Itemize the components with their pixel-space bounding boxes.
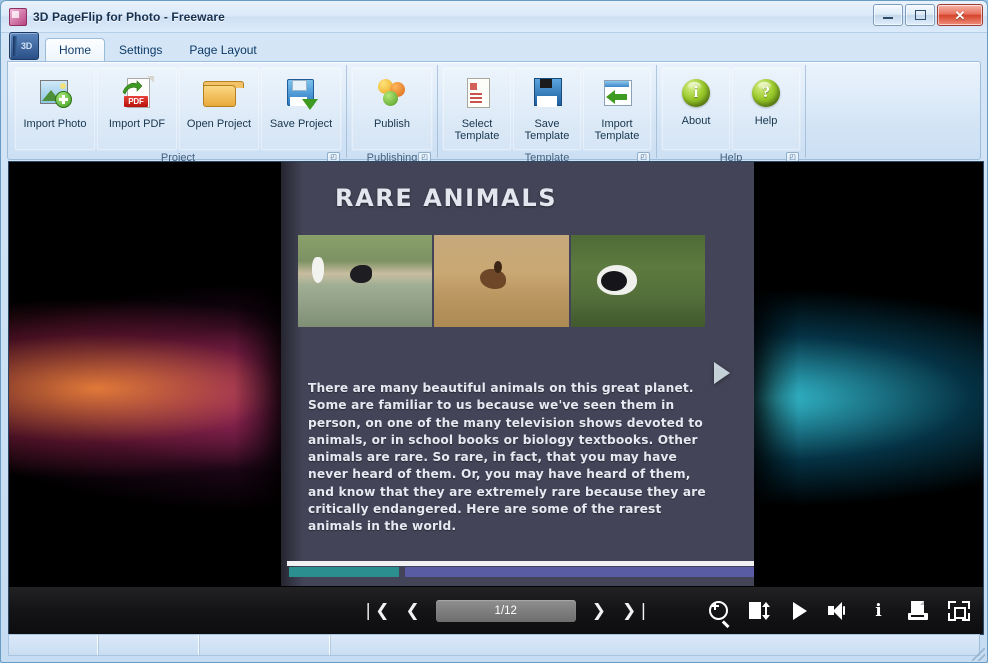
help-button[interactable]: ? Help: [731, 67, 801, 151]
about-info-orb-icon: i: [682, 79, 710, 107]
publish-label: Publish: [372, 118, 412, 130]
player-tool-group: i: [708, 600, 970, 622]
open-project-label: Open Project: [185, 118, 253, 130]
title-bar: 3D PageFlip for Photo - Freeware ✕: [1, 1, 987, 33]
about-button[interactable]: i About: [661, 67, 731, 151]
window-title: 3D PageFlip for Photo - Freeware: [33, 10, 225, 24]
maximize-icon: [915, 10, 926, 20]
page-navigation-group: ❘❮ ❮ 1/12 ❯ ❯❘: [361, 600, 651, 622]
book-page[interactable]: RARE ANIMALS There are many beautiful an…: [281, 162, 754, 587]
select-template-label: Select Template: [453, 118, 502, 142]
page-footer-bars: [281, 561, 754, 577]
save-template-icon: [530, 76, 564, 110]
application-window: 3D PageFlip for Photo - Freeware ✕ 3D Ho…: [0, 0, 988, 663]
close-button[interactable]: ✕: [937, 4, 983, 26]
giant-panda-photo: [571, 235, 705, 327]
save-project-button[interactable]: Save Project: [260, 67, 342, 151]
publish-flower-icon: [375, 76, 409, 110]
help-label: Help: [753, 115, 780, 127]
status-cell-4: [330, 635, 979, 655]
ribbon-group-project: Import Photo PDF Import PDF: [10, 65, 347, 158]
minimize-icon: [883, 17, 893, 19]
status-cell-3: [199, 635, 330, 655]
first-page-button[interactable]: ❘❮: [361, 601, 390, 621]
open-folder-icon: [202, 76, 236, 110]
app-button-label: 3D: [21, 41, 32, 51]
question-glyph: ?: [762, 84, 770, 102]
fit-page-tool-button[interactable]: [748, 600, 770, 622]
tab-home[interactable]: Home: [45, 38, 105, 61]
page-shadow-left: [234, 162, 284, 634]
last-page-button[interactable]: ❯❘: [622, 601, 651, 621]
save-disk-icon: [284, 76, 318, 110]
ribbon-tab-row: 3D Home Settings Page Layout: [1, 33, 987, 61]
fullscreen-tool-button[interactable]: [948, 600, 970, 622]
zoom-in-tool-button[interactable]: [708, 600, 730, 622]
ribbon-group-publishing: Publish Publishing ◰: [347, 65, 438, 158]
save-template-button[interactable]: Save Template: [512, 67, 582, 151]
play-icon: [793, 602, 807, 620]
app-logo-icon: [9, 8, 27, 26]
import-pdf-button[interactable]: PDF Import PDF: [96, 67, 178, 151]
print-tool-button[interactable]: [908, 600, 930, 622]
zoom-in-icon: [709, 601, 728, 620]
next-page-button[interactable]: ❯: [592, 601, 606, 621]
tab-page-layout[interactable]: Page Layout: [176, 40, 269, 61]
next-page-flip-arrow-icon[interactable]: [714, 362, 730, 384]
window-controls: ✕: [873, 4, 983, 26]
about-label: About: [680, 115, 713, 127]
save-template-label: Save Template: [523, 118, 572, 142]
ribbon: Import Photo PDF Import PDF: [7, 61, 981, 160]
import-photo-icon: [38, 76, 72, 110]
app-menu-button[interactable]: 3D: [9, 32, 39, 60]
tab-settings[interactable]: Settings: [106, 40, 175, 61]
sound-tool-button[interactable]: [828, 600, 850, 622]
close-icon: ✕: [955, 9, 966, 22]
import-template-label: Import Template: [593, 118, 642, 142]
page-shadow-right: [749, 162, 799, 634]
import-template-button[interactable]: Import Template: [582, 67, 652, 151]
fit-page-icon: [749, 602, 761, 619]
book-viewer[interactable]: RARE ANIMALS There are many beautiful an…: [8, 161, 984, 635]
green-arrow-icon: [122, 80, 142, 96]
player-toolbar: ❘❮ ❮ 1/12 ❯ ❯❘: [9, 586, 983, 634]
status-bar: [8, 634, 980, 656]
page-indicator-input[interactable]: 1/12: [436, 600, 576, 622]
import-pdf-label: Import PDF: [107, 118, 167, 130]
prev-page-button[interactable]: ❮: [406, 601, 420, 621]
save-project-label: Save Project: [268, 118, 334, 130]
blackbuck-antelope-photo: [434, 235, 568, 327]
select-template-icon: [460, 76, 494, 110]
status-cell-1: [9, 635, 98, 655]
select-template-button[interactable]: Select Template: [442, 67, 512, 151]
import-template-icon: [600, 76, 634, 110]
ribbon-group-help: i About ? Help Help ◰: [657, 65, 806, 158]
import-photo-button[interactable]: Import Photo: [14, 67, 96, 151]
publish-button[interactable]: Publish: [351, 67, 433, 151]
page-title: RARE ANIMALS: [335, 184, 557, 212]
resize-grip[interactable]: [972, 648, 985, 661]
open-project-button[interactable]: Open Project: [178, 67, 260, 151]
status-cell-2: [98, 635, 199, 655]
help-question-orb-icon: ?: [752, 79, 780, 107]
ribbon-group-template: Select Template Save Template Import Tem…: [438, 65, 657, 158]
page-photo-strip: [298, 235, 705, 327]
ribbon-empty-space: [806, 65, 978, 158]
about-tool-button[interactable]: i: [868, 600, 890, 622]
import-pdf-icon: PDF: [120, 76, 154, 110]
maximize-button[interactable]: [905, 4, 935, 26]
minimize-button[interactable]: [873, 4, 903, 26]
auto-play-tool-button[interactable]: [788, 600, 810, 622]
cranes-at-water-photo: [298, 235, 432, 327]
book-spine-icon: [13, 36, 17, 56]
info-icon: i: [875, 601, 881, 621]
info-glyph: i: [694, 84, 698, 102]
page-body-text: There are many beautiful animals on this…: [308, 380, 708, 536]
import-photo-label: Import Photo: [22, 118, 89, 130]
